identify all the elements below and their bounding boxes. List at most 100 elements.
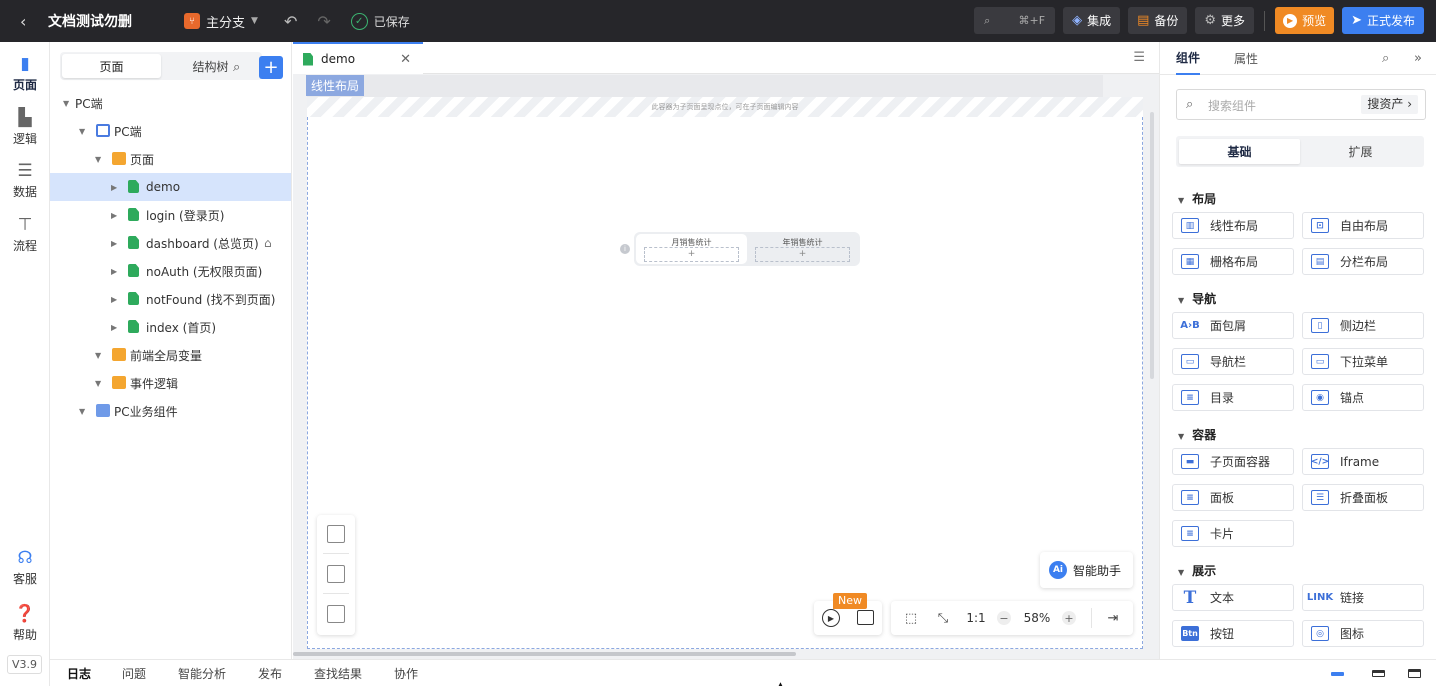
caret-right-icon[interactable]: ▶: [111, 239, 117, 248]
tab-pages[interactable]: 页面: [62, 54, 161, 78]
global-search-button[interactable]: ⌕ ⌘+F: [974, 7, 1056, 34]
caret-right-icon[interactable]: ▶: [111, 211, 117, 220]
tree-row[interactable]: ▼ PC端: [50, 117, 291, 145]
dock-full-icon[interactable]: [1408, 669, 1421, 678]
component-item[interactable]: ≡ 目录: [1172, 384, 1294, 411]
caret-right-icon[interactable]: ▶: [111, 183, 117, 192]
search-icon[interactable]: ⌕: [1382, 51, 1389, 66]
widget-drop-zone[interactable]: +: [644, 247, 739, 262]
collapse-right-icon[interactable]: ⇥: [1101, 601, 1125, 635]
ai-assistant-button[interactable]: Ai 智能助手: [1040, 552, 1133, 588]
component-item[interactable]: ▤ 分栏布局: [1302, 248, 1424, 275]
publish-button[interactable]: ➤ 正式发布: [1342, 7, 1424, 34]
rail-item-logic[interactable]: ▙ 逻辑: [0, 108, 50, 147]
list-icon[interactable]: ☰: [1133, 50, 1145, 65]
zoom-in-button[interactable]: +: [1059, 601, 1079, 635]
fit-screen-icon[interactable]: ⤡: [931, 601, 955, 635]
preview-button[interactable]: ▶ 预览: [1275, 7, 1335, 34]
component-item[interactable]: A›B 面包屑: [1172, 312, 1294, 339]
caret-right-icon[interactable]: ▶: [111, 267, 117, 276]
component-group-header[interactable]: ▼ 布局: [1178, 190, 1216, 207]
editor-tab-demo[interactable]: demo ✕: [293, 42, 423, 74]
caret-down-icon[interactable]: ▼: [95, 155, 101, 164]
vertical-scrollbar[interactable]: [1150, 112, 1154, 379]
component-group-header[interactable]: ▼ 导航: [1178, 290, 1216, 307]
component-group-header[interactable]: ▼ 展示: [1178, 562, 1216, 579]
collapse-panel-icon[interactable]: »: [1414, 51, 1422, 66]
component-item[interactable]: ⊡ 自由布局: [1302, 212, 1424, 239]
split-view-icon[interactable]: [857, 610, 874, 625]
component-item[interactable]: ▦ 栅格布局: [1172, 248, 1294, 275]
window-icon[interactable]: [327, 605, 345, 623]
tab-log[interactable]: 日志: [67, 660, 91, 686]
horizontal-scrollbar[interactable]: [293, 652, 796, 656]
close-icon[interactable]: ✕: [400, 52, 411, 67]
component-item[interactable]: ◉ 锚点: [1302, 384, 1424, 411]
tree-row[interactable]: ▶ login (登录页): [50, 201, 291, 229]
back-icon[interactable]: ‹: [20, 12, 34, 31]
tree-row[interactable]: ▼ PC端: [50, 89, 291, 117]
rail-item-help[interactable]: ❓ 帮助: [0, 604, 50, 643]
zoom-out-button[interactable]: −: [994, 601, 1014, 635]
rail-item-flow[interactable]: ⊤ 流程: [0, 215, 50, 254]
tab-publish[interactable]: 发布: [258, 660, 282, 686]
caret-down-icon[interactable]: ▼: [95, 379, 101, 388]
tree-row[interactable]: ▶ index (首页): [50, 313, 291, 341]
design-canvas[interactable]: i 月销售统计 + 年销售统计 + Ai 智能助手 New ▶ ⬚ ⤡ 1:1 …: [307, 97, 1143, 649]
sidebar-layout-icon[interactable]: [327, 565, 345, 583]
tree-row[interactable]: ▼ 事件逻辑: [50, 369, 291, 397]
search-assets-button[interactable]: 搜资产 ›: [1361, 95, 1418, 114]
caret-right-icon[interactable]: ▶: [111, 323, 117, 332]
tree-row[interactable]: ▼ 前端全局变量: [50, 341, 291, 369]
dock-bottom-icon[interactable]: [1331, 672, 1344, 676]
tab-widget[interactable]: 月销售统计 + 年销售统计 +: [634, 232, 860, 266]
component-item[interactable]: ≡ 面板: [1172, 484, 1294, 511]
tree-row[interactable]: ▶ dashboard (总览页) ⌂: [50, 229, 291, 257]
caret-down-icon[interactable]: ▼: [95, 351, 101, 360]
component-item[interactable]: LINK 链接: [1302, 584, 1424, 611]
tab-basic[interactable]: 基础: [1179, 139, 1300, 164]
dock-half-icon[interactable]: [1372, 670, 1385, 677]
component-item[interactable]: ▭ 下拉菜单: [1302, 348, 1424, 375]
layout-tag[interactable]: 线性布局: [306, 75, 365, 96]
component-item[interactable]: ▯ 侧边栏: [1302, 312, 1424, 339]
search-icon[interactable]: ⌕: [233, 60, 240, 75]
tab-smart-analysis[interactable]: 智能分析: [178, 660, 226, 686]
component-group-header[interactable]: ▼ 容器: [1178, 426, 1216, 443]
rail-item-page[interactable]: ▮ 页面: [0, 54, 50, 93]
redo-icon[interactable]: ↷: [317, 12, 330, 31]
undo-icon[interactable]: ↶: [284, 12, 297, 31]
caret-down-icon[interactable]: ▼: [79, 127, 85, 136]
component-item[interactable]: T 文本: [1172, 584, 1294, 611]
backup-button[interactable]: ▤ 备份: [1128, 7, 1188, 34]
tab-properties[interactable]: 属性: [1234, 42, 1258, 75]
caret-down-icon[interactable]: ▼: [79, 407, 85, 416]
widget-drop-zone[interactable]: +: [755, 247, 850, 262]
caret-right-icon[interactable]: ▶: [111, 295, 117, 304]
tree-row[interactable]: ▼ PC业务组件: [50, 397, 291, 425]
integrate-button[interactable]: ◈ 集成: [1063, 7, 1121, 34]
tab-structure-tree[interactable]: 结构树: [161, 54, 260, 78]
branch-selector[interactable]: ⑂ 主分支 ▼: [184, 12, 258, 31]
component-item[interactable]: ▭ 导航栏: [1172, 348, 1294, 375]
tree-row[interactable]: ▶ demo: [50, 173, 291, 201]
component-search-input[interactable]: 搜索组件: [1208, 97, 1256, 114]
component-item[interactable]: ▥ 线性布局: [1172, 212, 1294, 239]
component-item[interactable]: </> Iframe: [1302, 448, 1424, 475]
play-icon[interactable]: ▶: [822, 609, 840, 627]
actual-size-button[interactable]: 1:1: [961, 601, 991, 635]
select-tool-icon[interactable]: ⬚: [899, 601, 923, 635]
component-item[interactable]: ☰ 折叠面板: [1302, 484, 1424, 511]
widget-tab-yearly[interactable]: 年销售统计 +: [747, 234, 858, 264]
widget-tab-monthly[interactable]: 月销售统计 +: [636, 234, 747, 264]
tab-collaboration[interactable]: 协作: [394, 660, 418, 686]
more-button[interactable]: ⚙ 更多: [1195, 7, 1255, 34]
tab-extended[interactable]: 扩展: [1300, 139, 1421, 164]
rail-item-data[interactable]: ☰ 数据: [0, 161, 50, 200]
tree-row[interactable]: ▶ notFound (找不到页面): [50, 285, 291, 313]
component-item[interactable]: ≡ 卡片: [1172, 520, 1294, 547]
form-icon[interactable]: [327, 525, 345, 543]
tree-row[interactable]: ▶ noAuth (无权限页面): [50, 257, 291, 285]
tree-row[interactable]: ▼ 页面: [50, 145, 291, 173]
rail-item-service[interactable]: ☊ 客服: [0, 548, 50, 587]
